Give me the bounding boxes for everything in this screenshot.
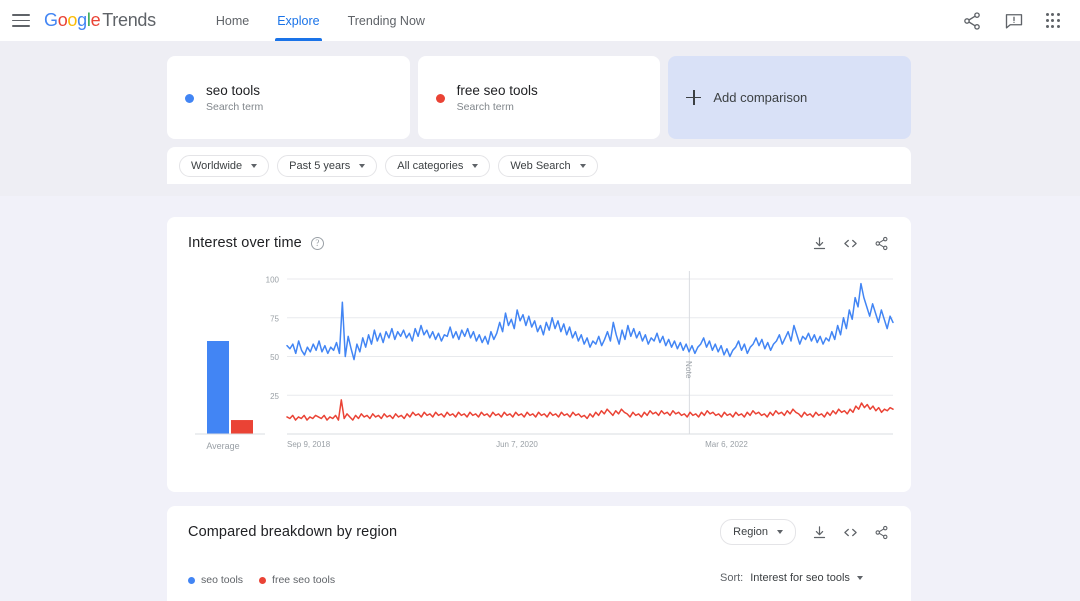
interest-chart[interactable]: 25 50 75 100 Sep 9, 2018 Jun 7, 2020 Mar 6, 20… <box>167 269 911 479</box>
interest-card-title: Interest over time <box>188 235 302 251</box>
term-name-seo-tools: seo tools <box>206 82 261 98</box>
plus-icon <box>686 90 702 105</box>
region-card-actions: Region <box>720 519 889 545</box>
apps-grid-icon[interactable] <box>1045 13 1060 28</box>
logo-letter-g1: G <box>44 10 58 30</box>
region-breakdown-card: Compared breakdown by region Region seo … <box>167 506 911 601</box>
chevron-down-icon <box>777 530 783 534</box>
average-axis-label: Average <box>206 441 240 451</box>
embed-code-icon[interactable] <box>843 525 858 540</box>
chevron-down-icon <box>856 576 863 580</box>
chevron-down-icon <box>472 163 479 168</box>
term-subtitle-seo-tools: Search term <box>206 100 264 113</box>
region-selector-label: Region <box>733 526 768 538</box>
chevron-down-icon <box>359 163 366 168</box>
svg-text:100: 100 <box>266 276 280 285</box>
svg-text:25: 25 <box>270 392 279 401</box>
filter-location[interactable]: Worldwide <box>179 154 270 177</box>
term-dot-free-seo-tools <box>435 93 445 103</box>
nav-item-explore[interactable]: Explore <box>263 0 333 41</box>
term-subtitle-free-seo-tools: Search term <box>456 100 514 113</box>
svg-text:Mar 6, 2022: Mar 6, 2022 <box>705 440 748 449</box>
term-card-seo-tools[interactable]: seo tools Search term <box>167 56 410 139</box>
legend-item-free-seo-tools: free seo tools <box>259 574 335 586</box>
hamburger-icon[interactable] <box>12 14 30 27</box>
download-icon[interactable] <box>812 525 827 540</box>
share-icon[interactable] <box>962 11 982 31</box>
filter-time-range[interactable]: Past 5 years <box>277 154 378 177</box>
logo-letter-g2: g <box>77 10 87 30</box>
svg-text:75: 75 <box>270 314 279 323</box>
feedback-icon[interactable] <box>1004 11 1024 31</box>
main-nav: Home Explore Trending Now <box>202 0 439 41</box>
filter-search-type-label: Web Search <box>510 159 571 172</box>
svg-text:50: 50 <box>270 353 279 362</box>
legend-item-seo-tools: seo tools <box>188 574 243 586</box>
term-card-free-seo-tools[interactable]: free seo tools Search term <box>417 56 661 139</box>
filter-bar: Worldwide Past 5 years All categories We… <box>167 147 911 184</box>
legend-dot-seo-tools <box>188 576 195 584</box>
svg-text:Jun 7, 2020: Jun 7, 2020 <box>496 440 538 449</box>
logo-word-trends: Trends <box>102 10 156 30</box>
region-card-title: Compared breakdown by region <box>188 524 398 540</box>
filter-location-label: Worldwide <box>191 159 243 172</box>
sort-selector[interactable]: Sort: Interest for seo tools <box>720 572 863 584</box>
chevron-down-icon <box>579 163 586 168</box>
logo-letter-o1: o <box>57 10 68 30</box>
share-icon[interactable] <box>874 525 889 540</box>
interest-card-header: Interest over time ? <box>167 217 911 269</box>
help-icon[interactable]: ? <box>310 236 324 250</box>
chevron-down-icon <box>251 163 258 168</box>
share-icon[interactable] <box>874 236 889 251</box>
app-header: Go o g l e Trends Home Explore Trending Now <box>0 0 1080 41</box>
sort-value-label: Interest for seo tools <box>750 572 850 584</box>
logo-letter-o2: o <box>67 10 78 30</box>
comparison-terms-row: seo tools Search term free seo tools Sea… <box>167 56 912 139</box>
add-comparison-label: Add comparison <box>713 90 808 105</box>
region-legend: seo tools free seo tools <box>188 574 335 586</box>
filter-category[interactable]: All categories <box>385 154 491 177</box>
region-selector[interactable]: Region <box>720 519 796 545</box>
interest-card-actions <box>812 236 889 251</box>
legend-dot-free-seo-tools <box>259 576 267 584</box>
nav-item-home[interactable]: Home <box>202 0 263 41</box>
svg-text:Sep 9, 2018: Sep 9, 2018 <box>287 440 331 449</box>
embed-code-icon[interactable] <box>843 236 858 251</box>
interest-chart-svg[interactable]: 25 50 75 100 Sep 9, 2018 Jun 7, 2020 Mar 6, 20… <box>167 269 911 479</box>
logo-letter-e: e <box>90 10 101 30</box>
filter-time-range-label: Past 5 years <box>289 159 351 172</box>
download-icon[interactable] <box>812 236 827 251</box>
nav-item-trending-now[interactable]: Trending Now <box>334 0 439 41</box>
term-name-free-seo-tools: free seo tools <box>456 82 538 98</box>
google-trends-logo[interactable]: Go o g l e Trends <box>44 10 156 31</box>
filter-category-label: All categories <box>397 159 464 172</box>
sort-prefix-label: Sort: <box>720 572 744 584</box>
term-dot-seo-tools <box>185 93 194 103</box>
legend-label-free-seo-tools: free seo tools <box>272 574 336 586</box>
note-annotation-label: Note <box>684 361 693 379</box>
interest-over-time-card: Interest over time ? 25 50 75 100 Sep 9, 201… <box>167 217 911 492</box>
legend-label-seo-tools: seo tools <box>201 574 244 586</box>
region-card-header: Compared breakdown by region Region <box>167 506 911 558</box>
header-actions <box>962 11 1080 31</box>
add-comparison-button[interactable]: Add comparison <box>668 56 912 139</box>
filter-search-type[interactable]: Web Search <box>498 154 598 177</box>
